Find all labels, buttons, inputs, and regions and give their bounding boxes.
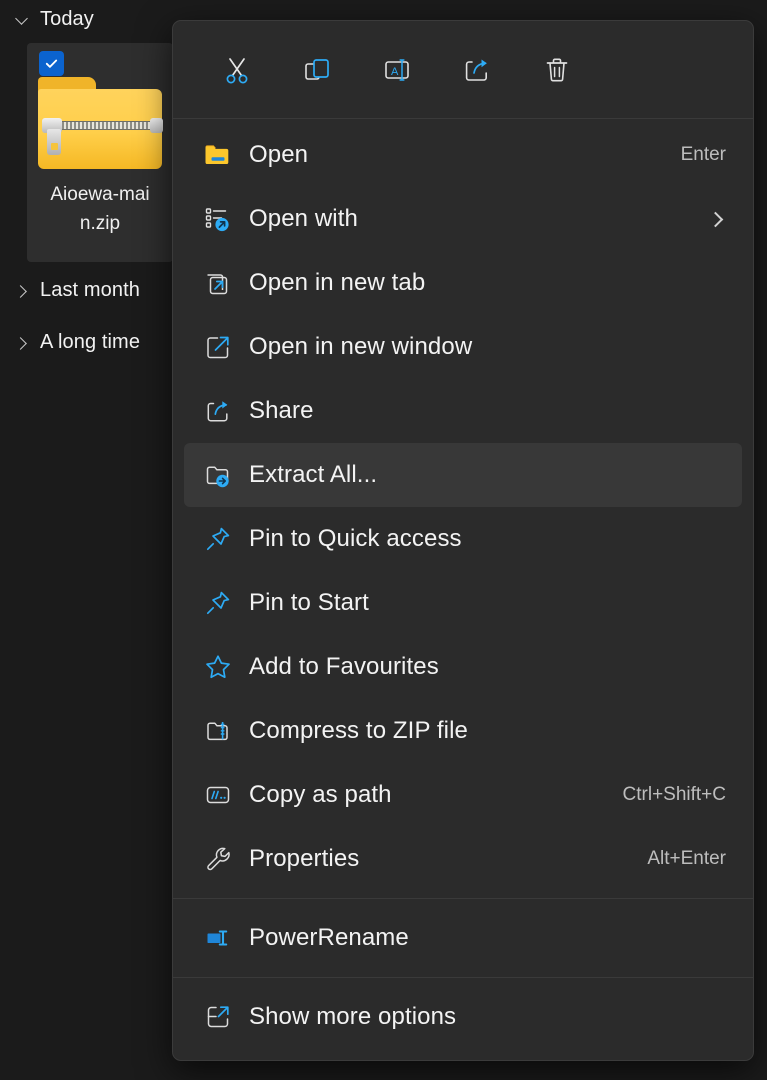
file-name-label: Aioewa-mai n.zip	[27, 180, 173, 238]
menu-item-label: Open	[249, 141, 309, 168]
menu-item-pin-to-start[interactable]: Pin to Start	[184, 571, 742, 635]
open-with-icon	[196, 204, 240, 234]
chevron-right-icon[interactable]	[14, 335, 30, 351]
menu-item-label: Open with	[249, 205, 358, 232]
menu-item-open-in-new-tab[interactable]: Open in new tab	[184, 251, 742, 315]
menu-item-label: Compress to ZIP file	[249, 717, 468, 744]
context-menu-extensions: PowerRename	[173, 906, 753, 970]
menu-item-add-to-favourites[interactable]: Add to Favourites	[184, 635, 742, 699]
file-tile-selected[interactable]: Aioewa-mai n.zip	[27, 43, 173, 262]
file-name-line-2: n.zip	[79, 213, 121, 234]
menu-item-accelerator: Ctrl+Shift+C	[622, 784, 726, 805]
group-header-last-month[interactable]: Last month	[14, 279, 140, 302]
screen: Today Aioewa-mai n.zip Last month A long…	[0, 0, 767, 1080]
menu-item-accelerator: Alt+Enter	[647, 848, 726, 869]
star-icon	[196, 652, 240, 682]
group-header-label: Today	[40, 8, 94, 30]
group-header-label: A long time	[40, 331, 141, 353]
group-header-a-long-time[interactable]: A long time	[14, 331, 140, 354]
pin-icon	[196, 524, 240, 554]
share-icon	[196, 396, 240, 426]
menu-item-extract-all[interactable]: Extract All...	[184, 443, 742, 507]
menu-item-properties[interactable]: Properties Alt+Enter	[184, 827, 742, 891]
cut-button[interactable]	[197, 42, 277, 98]
pin-icon	[196, 588, 240, 618]
trash-icon	[546, 58, 568, 81]
new-window-icon	[196, 332, 240, 362]
file-name-line-1: Aioewa-mai	[50, 184, 150, 205]
menu-item-share[interactable]: Share	[184, 379, 742, 443]
new-tab-icon	[196, 268, 240, 298]
menu-item-label: Pin to Quick access	[249, 525, 462, 552]
menu-item-open-with[interactable]: Open with	[184, 187, 742, 251]
menu-item-open-in-new-window[interactable]: Open in new window	[184, 315, 742, 379]
checkmark-icon	[45, 59, 58, 68]
copy-as-path-icon	[196, 780, 240, 810]
extract-all-icon	[196, 460, 240, 490]
svg-text:A: A	[391, 66, 399, 78]
menu-item-label: Share	[249, 397, 314, 424]
menu-item-label: PowerRename	[249, 924, 409, 951]
menu-item-compress-to-zip-file[interactable]: Compress to ZIP file	[184, 699, 742, 763]
menu-item-label: Show more options	[249, 1003, 457, 1030]
share-icon	[465, 59, 487, 81]
context-menu-toolbar: A	[173, 21, 753, 118]
chevron-down-icon[interactable]	[14, 12, 30, 28]
context-menu-items: Open Enter Open with Open in new tab Ope…	[173, 119, 753, 891]
rename-icon: A	[385, 58, 409, 81]
menu-separator-extensions	[173, 898, 753, 899]
menu-item-copy-as-path[interactable]: Copy as path Ctrl+Shift+C	[184, 763, 742, 827]
menu-item-label: Add to Favourites	[249, 653, 439, 680]
menu-item-pin-to-quick-access[interactable]: Pin to Quick access	[184, 507, 742, 571]
copy-button[interactable]	[277, 42, 357, 98]
menu-item-label: Extract All...	[249, 461, 378, 488]
scissors-icon	[226, 57, 248, 83]
copy-icon	[305, 58, 329, 80]
context-menu-footer: Show more options	[173, 985, 753, 1049]
rename-button[interactable]: A	[357, 42, 437, 98]
group-header-today[interactable]: Today	[14, 8, 94, 31]
menu-separator-footer	[173, 977, 753, 978]
compress-zip-icon	[196, 716, 240, 746]
menu-item-open[interactable]: Open Enter	[184, 123, 742, 187]
menu-item-label: Open in new window	[249, 333, 473, 360]
zip-folder-icon	[38, 67, 163, 169]
menu-item-label: Open in new tab	[249, 269, 426, 296]
share-button[interactable]	[437, 42, 517, 98]
powerrename-icon	[196, 923, 240, 953]
chevron-right-icon[interactable]	[14, 283, 30, 299]
wrench-icon	[196, 844, 240, 874]
group-header-label: Last month	[40, 279, 140, 301]
menu-item-accelerator: Enter	[680, 144, 726, 165]
folder-open-icon	[196, 140, 240, 170]
menu-item-label: Copy as path	[249, 781, 392, 808]
selection-checkbox[interactable]	[39, 51, 64, 76]
menu-item-show-more-options[interactable]: Show more options	[184, 985, 742, 1049]
menu-item-label: Pin to Start	[249, 589, 369, 616]
context-menu: A Open Enter Open with Open in new tab O…	[172, 20, 754, 1061]
show-more-options-icon	[196, 1002, 240, 1032]
menu-item-powerrename[interactable]: PowerRename	[184, 906, 742, 970]
chevron-right-icon[interactable]	[702, 214, 728, 225]
menu-item-label: Properties	[249, 845, 360, 872]
delete-button[interactable]	[517, 42, 597, 98]
